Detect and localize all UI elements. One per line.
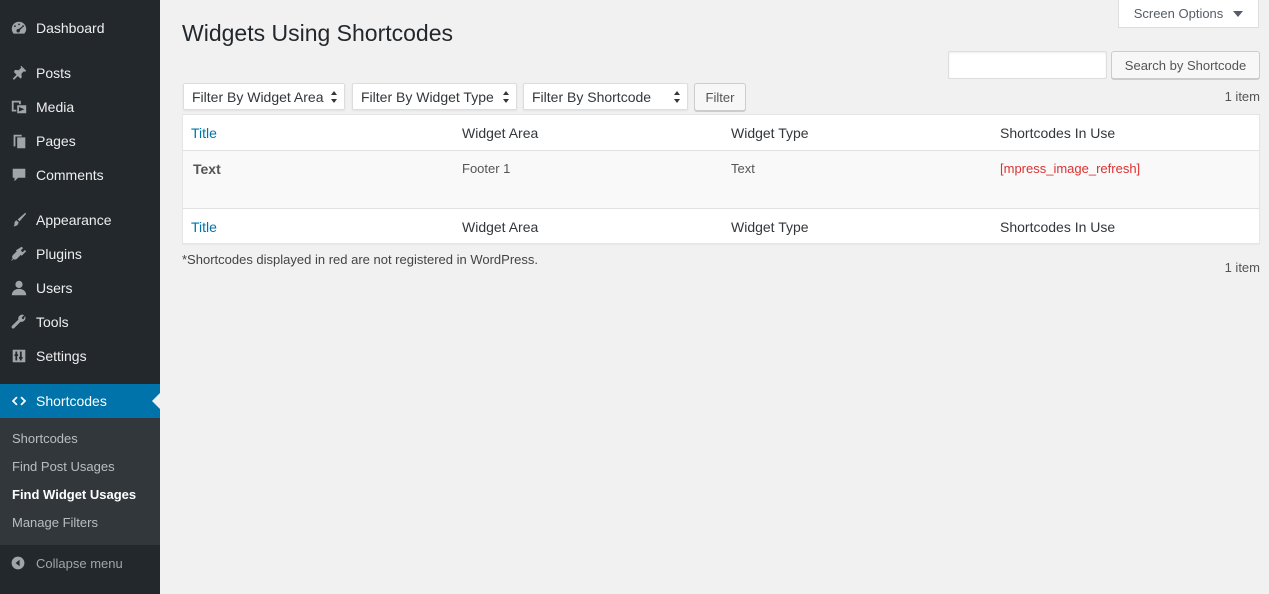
select-arrows-icon bbox=[503, 91, 510, 103]
user-icon bbox=[0, 279, 36, 297]
column-header-widget-type: Widget Type bbox=[731, 125, 809, 141]
menu-label: Comments bbox=[36, 167, 104, 183]
collapse-menu-button[interactable]: Collapse menu bbox=[0, 549, 160, 577]
menu-item-dashboard[interactable]: Dashboard bbox=[0, 11, 160, 45]
shortcodes-submenu: Shortcodes Find Post Usages Find Widget … bbox=[0, 418, 160, 545]
widgets-table: Title Widget Area Widget Type Shortcodes… bbox=[182, 114, 1260, 244]
media-icon bbox=[0, 98, 36, 116]
filter-button[interactable]: Filter bbox=[694, 83, 746, 111]
row-widget-area: Footer 1 bbox=[462, 161, 511, 176]
screen-options-label: Screen Options bbox=[1133, 6, 1224, 21]
menu-label: Shortcodes bbox=[36, 393, 107, 409]
items-count-top: 1 item bbox=[1224, 89, 1260, 104]
column-footer-shortcodes: Shortcodes In Use bbox=[1000, 219, 1116, 235]
shortcode-filter-select[interactable]: Filter By Shortcode bbox=[523, 83, 688, 110]
shortcode-filter-value: Filter By Shortcode bbox=[532, 88, 652, 105]
widget-area-filter-select[interactable]: Filter By Widget Area bbox=[183, 83, 345, 110]
plugin-icon bbox=[0, 245, 36, 263]
menu-item-comments[interactable]: Comments bbox=[0, 158, 160, 192]
widget-area-filter-value: Filter By Widget Area bbox=[192, 88, 324, 105]
caret-down-icon bbox=[1233, 10, 1244, 17]
submenu-item-find-widget-usages[interactable]: Find Widget Usages bbox=[0, 481, 160, 509]
submenu-item-manage-filters[interactable]: Manage Filters bbox=[0, 509, 160, 537]
widget-type-filter-value: Filter By Widget Type bbox=[361, 88, 494, 105]
menu-label: Media bbox=[36, 99, 75, 115]
menu-label: Dashboard bbox=[36, 20, 105, 36]
active-menu-arrow bbox=[152, 393, 160, 409]
search-by-shortcode-button[interactable]: Search by Shortcode bbox=[1111, 51, 1260, 79]
menu-label: Plugins bbox=[36, 246, 82, 262]
items-count-bottom: 1 item bbox=[1224, 260, 1260, 275]
column-footer-widget-area: Widget Area bbox=[462, 219, 539, 235]
menu-item-posts[interactable]: Posts bbox=[0, 56, 160, 90]
column-header-shortcodes: Shortcodes In Use bbox=[1000, 125, 1116, 141]
menu-label: Appearance bbox=[36, 212, 112, 228]
table-footer-row: Title Widget Area Widget Type Shortcodes… bbox=[183, 208, 1259, 243]
column-header-title[interactable]: Title bbox=[191, 125, 217, 141]
menu-item-settings[interactable]: Settings bbox=[0, 339, 160, 373]
row-widget-type: Text bbox=[731, 161, 755, 176]
pin-icon bbox=[0, 64, 36, 82]
submenu-item-shortcodes[interactable]: Shortcodes bbox=[0, 425, 160, 453]
menu-item-pages[interactable]: Pages bbox=[0, 124, 160, 158]
menu-item-media[interactable]: Media bbox=[0, 90, 160, 124]
column-header-widget-area: Widget Area bbox=[462, 125, 539, 141]
menu-label: Tools bbox=[36, 314, 69, 330]
menu-item-users[interactable]: Users bbox=[0, 271, 160, 305]
table-row: Text Footer 1 Text [mpress_image_refresh… bbox=[183, 151, 1259, 208]
menu-label: Users bbox=[36, 280, 73, 296]
admin-sidebar: Dashboard Posts Media Pages Comments App… bbox=[0, 0, 160, 594]
collapse-menu-label: Collapse menu bbox=[36, 555, 123, 571]
column-footer-widget-type: Widget Type bbox=[731, 219, 809, 235]
screen-options-button[interactable]: Screen Options bbox=[1118, 0, 1259, 28]
comment-icon bbox=[0, 166, 36, 184]
wrench-icon bbox=[0, 313, 36, 331]
menu-label: Pages bbox=[36, 133, 76, 149]
menu-item-tools[interactable]: Tools bbox=[0, 305, 160, 339]
menu-item-plugins[interactable]: Plugins bbox=[0, 237, 160, 271]
code-brackets-icon bbox=[0, 392, 36, 410]
menu-item-appearance[interactable]: Appearance bbox=[0, 203, 160, 237]
column-footer-title[interactable]: Title bbox=[191, 219, 217, 235]
row-title-link[interactable]: Text bbox=[193, 161, 221, 177]
dashboard-icon bbox=[0, 19, 36, 37]
select-arrows-icon bbox=[674, 91, 681, 103]
settings-icon bbox=[0, 347, 36, 365]
pages-icon bbox=[0, 132, 36, 150]
row-shortcodes-in-use: [mpress_image_refresh] bbox=[1000, 161, 1141, 176]
menu-item-shortcodes[interactable]: Shortcodes bbox=[0, 384, 160, 418]
select-arrows-icon bbox=[331, 91, 338, 103]
menu-label: Posts bbox=[36, 65, 72, 81]
submenu-item-find-post-usages[interactable]: Find Post Usages bbox=[0, 453, 160, 481]
widget-type-filter-select[interactable]: Filter By Widget Type bbox=[352, 83, 517, 110]
shortcode-search-input[interactable] bbox=[948, 51, 1107, 79]
table-header-row: Title Widget Area Widget Type Shortcodes… bbox=[183, 115, 1259, 151]
collapse-arrow-icon bbox=[0, 555, 36, 571]
unregistered-shortcodes-note: *Shortcodes displayed in red are not reg… bbox=[182, 252, 539, 267]
menu-label: Settings bbox=[36, 348, 87, 364]
page-title: Widgets Using Shortcodes bbox=[182, 20, 454, 46]
paintbrush-icon bbox=[0, 211, 36, 229]
